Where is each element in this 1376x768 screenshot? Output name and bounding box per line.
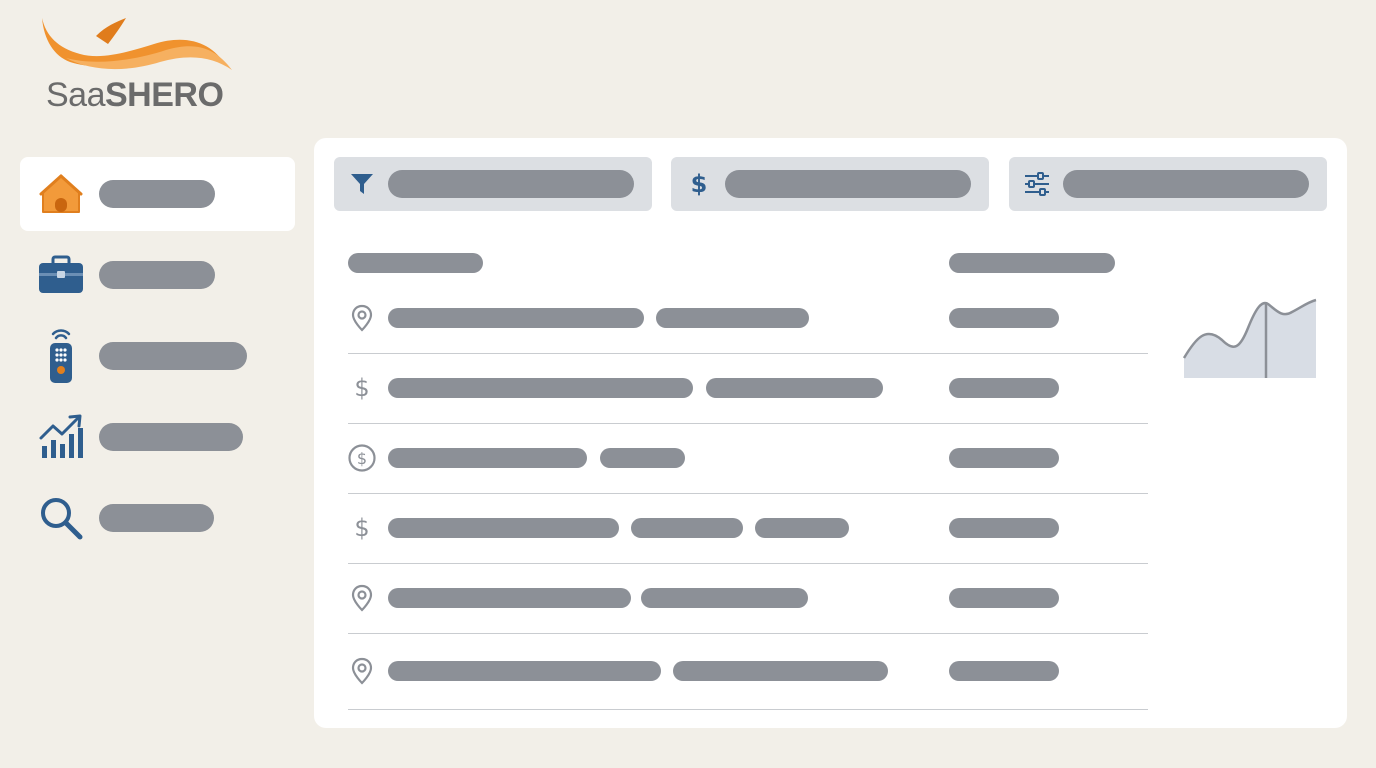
- settings-filter-label: [1063, 170, 1309, 198]
- sidebar-item-search[interactable]: [20, 481, 295, 555]
- filter-label: [388, 170, 634, 198]
- price-filter-label: [725, 170, 971, 198]
- price-filter-dropdown[interactable]: $: [671, 157, 989, 211]
- table-row[interactable]: [348, 283, 1148, 354]
- table-row[interactable]: $: [348, 353, 1148, 424]
- column-header-value[interactable]: [949, 253, 1115, 273]
- sidebar-item-analytics[interactable]: [20, 400, 295, 474]
- row-primary-text: [388, 661, 661, 681]
- table-row[interactable]: $: [348, 493, 1148, 564]
- sparkline-chart: [1182, 298, 1317, 378]
- table-row[interactable]: $: [348, 423, 1148, 494]
- home-icon: [38, 171, 84, 217]
- row-secondary-text: [600, 448, 685, 468]
- svg-text:$: $: [357, 449, 367, 468]
- row-primary-text: [388, 588, 631, 608]
- sidebar-item-label: [99, 261, 215, 289]
- sidebar-item-label: [99, 423, 243, 451]
- row-value: [949, 308, 1059, 328]
- sidebar-item-label: [99, 504, 214, 532]
- growth-chart-icon: [38, 414, 84, 460]
- row-secondary-text: [673, 661, 888, 681]
- dollar-coin-icon: $: [348, 444, 376, 472]
- row-value: [949, 378, 1059, 398]
- sidebar-nav: [20, 157, 295, 562]
- row-primary-text: [388, 448, 587, 468]
- sidebar-item-home[interactable]: [20, 157, 295, 231]
- settings-filter-dropdown[interactable]: [1009, 157, 1327, 211]
- brand-logo: SaaSHERO: [36, 14, 246, 114]
- sliders-icon: [1023, 170, 1051, 198]
- row-value: [949, 518, 1059, 538]
- row-secondary-text: [641, 588, 808, 608]
- search-icon: [38, 495, 84, 541]
- brand-swoosh: [42, 18, 232, 70]
- location-pin-icon: [348, 304, 376, 332]
- row-value: [949, 588, 1059, 608]
- main-panel: $ $ $ $: [314, 138, 1347, 728]
- location-pin-icon: [348, 657, 376, 685]
- row-primary-text: [388, 308, 644, 328]
- sidebar-item-portfolio[interactable]: [20, 238, 295, 312]
- row-primary-text: [388, 378, 693, 398]
- sidebar-item-devices[interactable]: [20, 319, 295, 393]
- sidebar-item-label: [99, 180, 215, 208]
- location-pin-icon: [348, 584, 376, 612]
- row-value: [949, 448, 1059, 468]
- funnel-icon: [348, 170, 376, 198]
- column-header-name[interactable]: [348, 253, 483, 273]
- row-primary-text: [388, 518, 619, 538]
- sidebar-item-label: [99, 342, 247, 370]
- dollar-icon: $: [690, 170, 708, 198]
- filter-dropdown[interactable]: [334, 157, 652, 211]
- dollar-sign-icon: $: [354, 374, 370, 402]
- dollar-sign-icon: $: [354, 514, 370, 542]
- table-row[interactable]: [348, 563, 1148, 634]
- brand-name: SaaSHERO: [46, 76, 224, 114]
- remote-control-icon: [38, 329, 84, 383]
- row-value: [949, 661, 1059, 681]
- row-secondary-text: [706, 378, 883, 398]
- row-secondary-text: [631, 518, 743, 538]
- briefcase-icon: [38, 252, 84, 298]
- row-secondary-text: [656, 308, 809, 328]
- row-tertiary-text: [755, 518, 849, 538]
- table-row[interactable]: [348, 633, 1148, 710]
